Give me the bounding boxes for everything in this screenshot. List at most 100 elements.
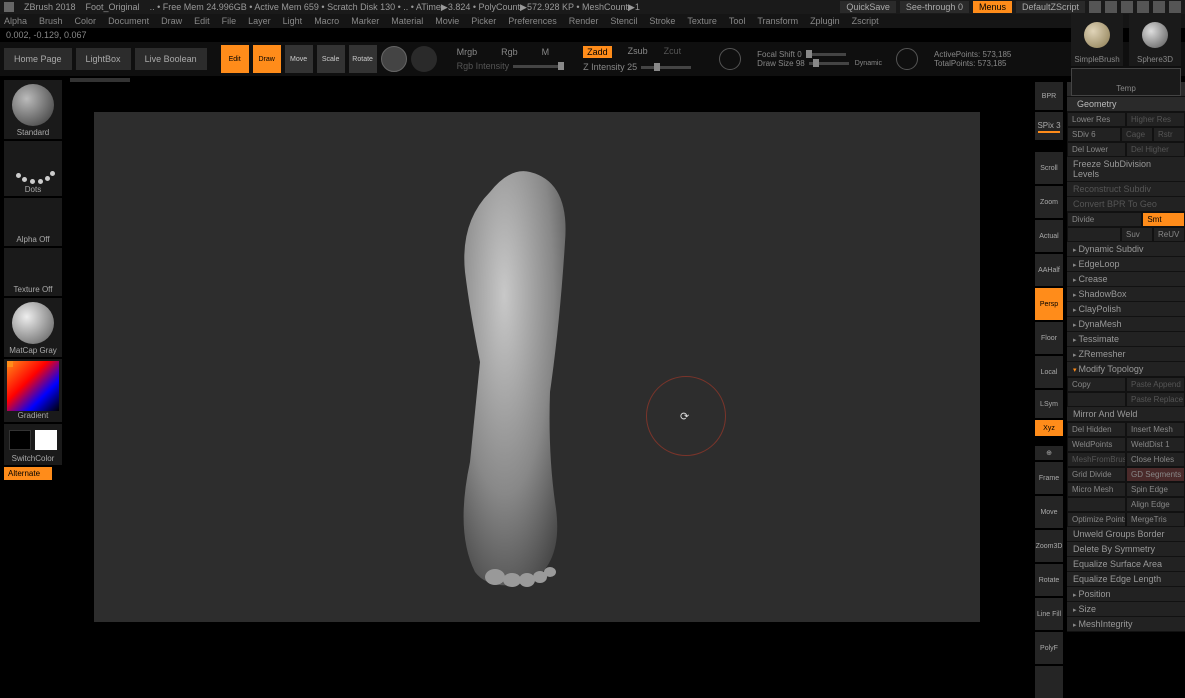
menu-light[interactable]: Light bbox=[283, 16, 303, 26]
menu-preferences[interactable]: Preferences bbox=[508, 16, 557, 26]
zoom-button[interactable]: Zoom bbox=[1035, 186, 1063, 218]
menu-stroke[interactable]: Stroke bbox=[649, 16, 675, 26]
texture-off[interactable]: Texture Off bbox=[4, 248, 62, 296]
menu-edit[interactable]: Edit bbox=[194, 16, 210, 26]
dynamicsubdiv-section[interactable]: Dynamic Subdiv bbox=[1067, 242, 1185, 257]
zintensity-slider[interactable] bbox=[641, 66, 691, 69]
m-toggle[interactable]: M bbox=[542, 47, 550, 57]
weldpoints-button[interactable]: WeldPoints bbox=[1067, 437, 1126, 452]
floor-button[interactable]: Floor bbox=[1035, 322, 1063, 354]
micromesh-button[interactable]: Micro Mesh bbox=[1067, 482, 1126, 497]
menu-draw[interactable]: Draw bbox=[161, 16, 182, 26]
menu-document[interactable]: Document bbox=[108, 16, 149, 26]
brush-standard[interactable]: Standard bbox=[4, 80, 62, 139]
tool-thumb-simplebrush[interactable]: SimpleBrush bbox=[1071, 14, 1123, 66]
tool-thumb-temp[interactable]: Temp bbox=[1071, 68, 1181, 96]
closeholes-button[interactable]: Close Holes bbox=[1126, 452, 1185, 467]
rotate3d-button[interactable]: Rotate bbox=[1035, 564, 1063, 596]
modtopo-section[interactable]: Modify Topology bbox=[1067, 362, 1185, 377]
smt-button[interactable]: Smt bbox=[1142, 212, 1185, 227]
frame-button[interactable]: Frame bbox=[1035, 462, 1063, 494]
menu-render[interactable]: Render bbox=[569, 16, 599, 26]
titlebar-icon-2[interactable] bbox=[1105, 1, 1117, 13]
crease-section[interactable]: Crease bbox=[1067, 272, 1185, 287]
menu-tool[interactable]: Tool bbox=[729, 16, 746, 26]
zadd-toggle[interactable]: Zadd bbox=[583, 46, 612, 58]
menu-zplugin[interactable]: Zplugin bbox=[810, 16, 840, 26]
lsym-button[interactable]: LSym bbox=[1035, 390, 1063, 418]
rotate-button[interactable]: Rotate bbox=[349, 45, 377, 73]
scroll-button[interactable]: Scroll bbox=[1035, 152, 1063, 184]
titlebar-icon-5[interactable] bbox=[1153, 1, 1165, 13]
edgeloop-section[interactable]: EdgeLoop bbox=[1067, 257, 1185, 272]
homepage-button[interactable]: Home Page bbox=[4, 48, 72, 70]
swatch-black[interactable] bbox=[9, 430, 31, 450]
alpha-off[interactable]: Alpha Off bbox=[4, 198, 62, 246]
alignedge-button[interactable]: Align Edge bbox=[1126, 497, 1185, 512]
menu-macro[interactable]: Macro bbox=[314, 16, 339, 26]
linefill-button[interactable]: Line Fill bbox=[1035, 598, 1063, 630]
menu-layer[interactable]: Layer bbox=[248, 16, 271, 26]
menus-button[interactable]: Menus bbox=[973, 1, 1012, 13]
drawsize-slider[interactable] bbox=[809, 62, 849, 65]
rgbintensity-slider[interactable] bbox=[513, 65, 563, 68]
zremesher-section[interactable]: ZRemesher bbox=[1067, 347, 1185, 362]
dynamesh-section[interactable]: DynaMesh bbox=[1067, 317, 1185, 332]
menu-stencil[interactable]: Stencil bbox=[610, 16, 637, 26]
menu-zscript[interactable]: Zscript bbox=[852, 16, 879, 26]
gdsegments-slider[interactable]: GD Segments 3 bbox=[1126, 467, 1185, 482]
menu-color[interactable]: Color bbox=[75, 16, 97, 26]
focalshift-slider[interactable] bbox=[806, 53, 846, 56]
color-picker[interactable]: Gradient bbox=[4, 359, 62, 422]
delhidden-button[interactable]: Del Hidden bbox=[1067, 422, 1126, 437]
mrgb-toggle[interactable]: Mrgb bbox=[457, 47, 478, 57]
quicksave-button[interactable]: QuickSave bbox=[840, 1, 896, 13]
titlebar-icon-3[interactable] bbox=[1121, 1, 1133, 13]
copy-button[interactable]: Copy bbox=[1067, 377, 1126, 392]
xpose-icon[interactable]: ⊕ bbox=[1035, 446, 1063, 460]
reuv-button[interactable]: ReUV bbox=[1153, 227, 1185, 242]
size-section[interactable]: Size bbox=[1067, 602, 1185, 617]
griddivide-button[interactable]: Grid Divide bbox=[1067, 467, 1126, 482]
titlebar-icon-4[interactable] bbox=[1137, 1, 1149, 13]
higherres-button[interactable]: Higher Res bbox=[1126, 112, 1185, 127]
switch-color[interactable]: SwitchColor bbox=[4, 424, 62, 465]
position-section[interactable]: Position bbox=[1067, 587, 1185, 602]
delsym-button[interactable]: Delete By Symmetry bbox=[1067, 542, 1185, 557]
zcut-toggle[interactable]: Zcut bbox=[664, 46, 682, 58]
eqedge-button[interactable]: Equalize Edge Length bbox=[1067, 572, 1185, 587]
freeze-button[interactable]: Freeze SubDivision Levels bbox=[1067, 157, 1185, 182]
unweld-button[interactable]: Unweld Groups Border bbox=[1067, 527, 1185, 542]
alternate-button[interactable]: Alternate bbox=[4, 467, 52, 480]
convertbpr-button[interactable]: Convert BPR To Geo bbox=[1067, 197, 1185, 212]
menu-picker[interactable]: Picker bbox=[471, 16, 496, 26]
rstr-button[interactable]: Rstr bbox=[1153, 127, 1185, 142]
focalshift-icon[interactable] bbox=[719, 48, 741, 70]
liveboolean-button[interactable]: Live Boolean bbox=[135, 48, 207, 70]
menu-transform[interactable]: Transform bbox=[757, 16, 798, 26]
edit-button[interactable]: Edit bbox=[221, 45, 249, 73]
scale-button[interactable]: Scale bbox=[317, 45, 345, 73]
gizmo3d-icon[interactable] bbox=[381, 46, 407, 72]
menu-marker[interactable]: Marker bbox=[351, 16, 379, 26]
actual-button[interactable]: Actual bbox=[1035, 220, 1063, 252]
meshfrombrush-button[interactable]: MeshFromBrush bbox=[1067, 452, 1126, 467]
lowerres-button[interactable]: Lower Res bbox=[1067, 112, 1126, 127]
meshintegrity-section[interactable]: MeshIntegrity bbox=[1067, 617, 1185, 632]
zsub-toggle[interactable]: Zsub bbox=[628, 46, 648, 58]
aahalf-button[interactable]: AAHalf bbox=[1035, 254, 1063, 286]
spix-button[interactable]: SPix 3 bbox=[1035, 112, 1063, 140]
menu-material[interactable]: Material bbox=[391, 16, 423, 26]
rgb-toggle[interactable]: Rgb bbox=[501, 47, 518, 57]
pastereplace-button[interactable]: Paste Replace bbox=[1126, 392, 1185, 407]
menu-alpha[interactable]: Alpha bbox=[4, 16, 27, 26]
panel-geometry[interactable]: Geometry bbox=[1067, 97, 1185, 112]
move3d-button[interactable]: Move bbox=[1035, 496, 1063, 528]
spinedge-button[interactable]: Spin Edge bbox=[1126, 482, 1185, 497]
sculptris-icon[interactable] bbox=[411, 46, 437, 72]
matcap-gray[interactable]: MatCap Gray bbox=[4, 298, 62, 357]
zoom3d-button[interactable]: Zoom3D bbox=[1035, 530, 1063, 562]
tessimate-section[interactable]: Tessimate bbox=[1067, 332, 1185, 347]
swatch-white[interactable] bbox=[35, 430, 57, 450]
polyf-button[interactable]: PolyF bbox=[1035, 632, 1063, 664]
